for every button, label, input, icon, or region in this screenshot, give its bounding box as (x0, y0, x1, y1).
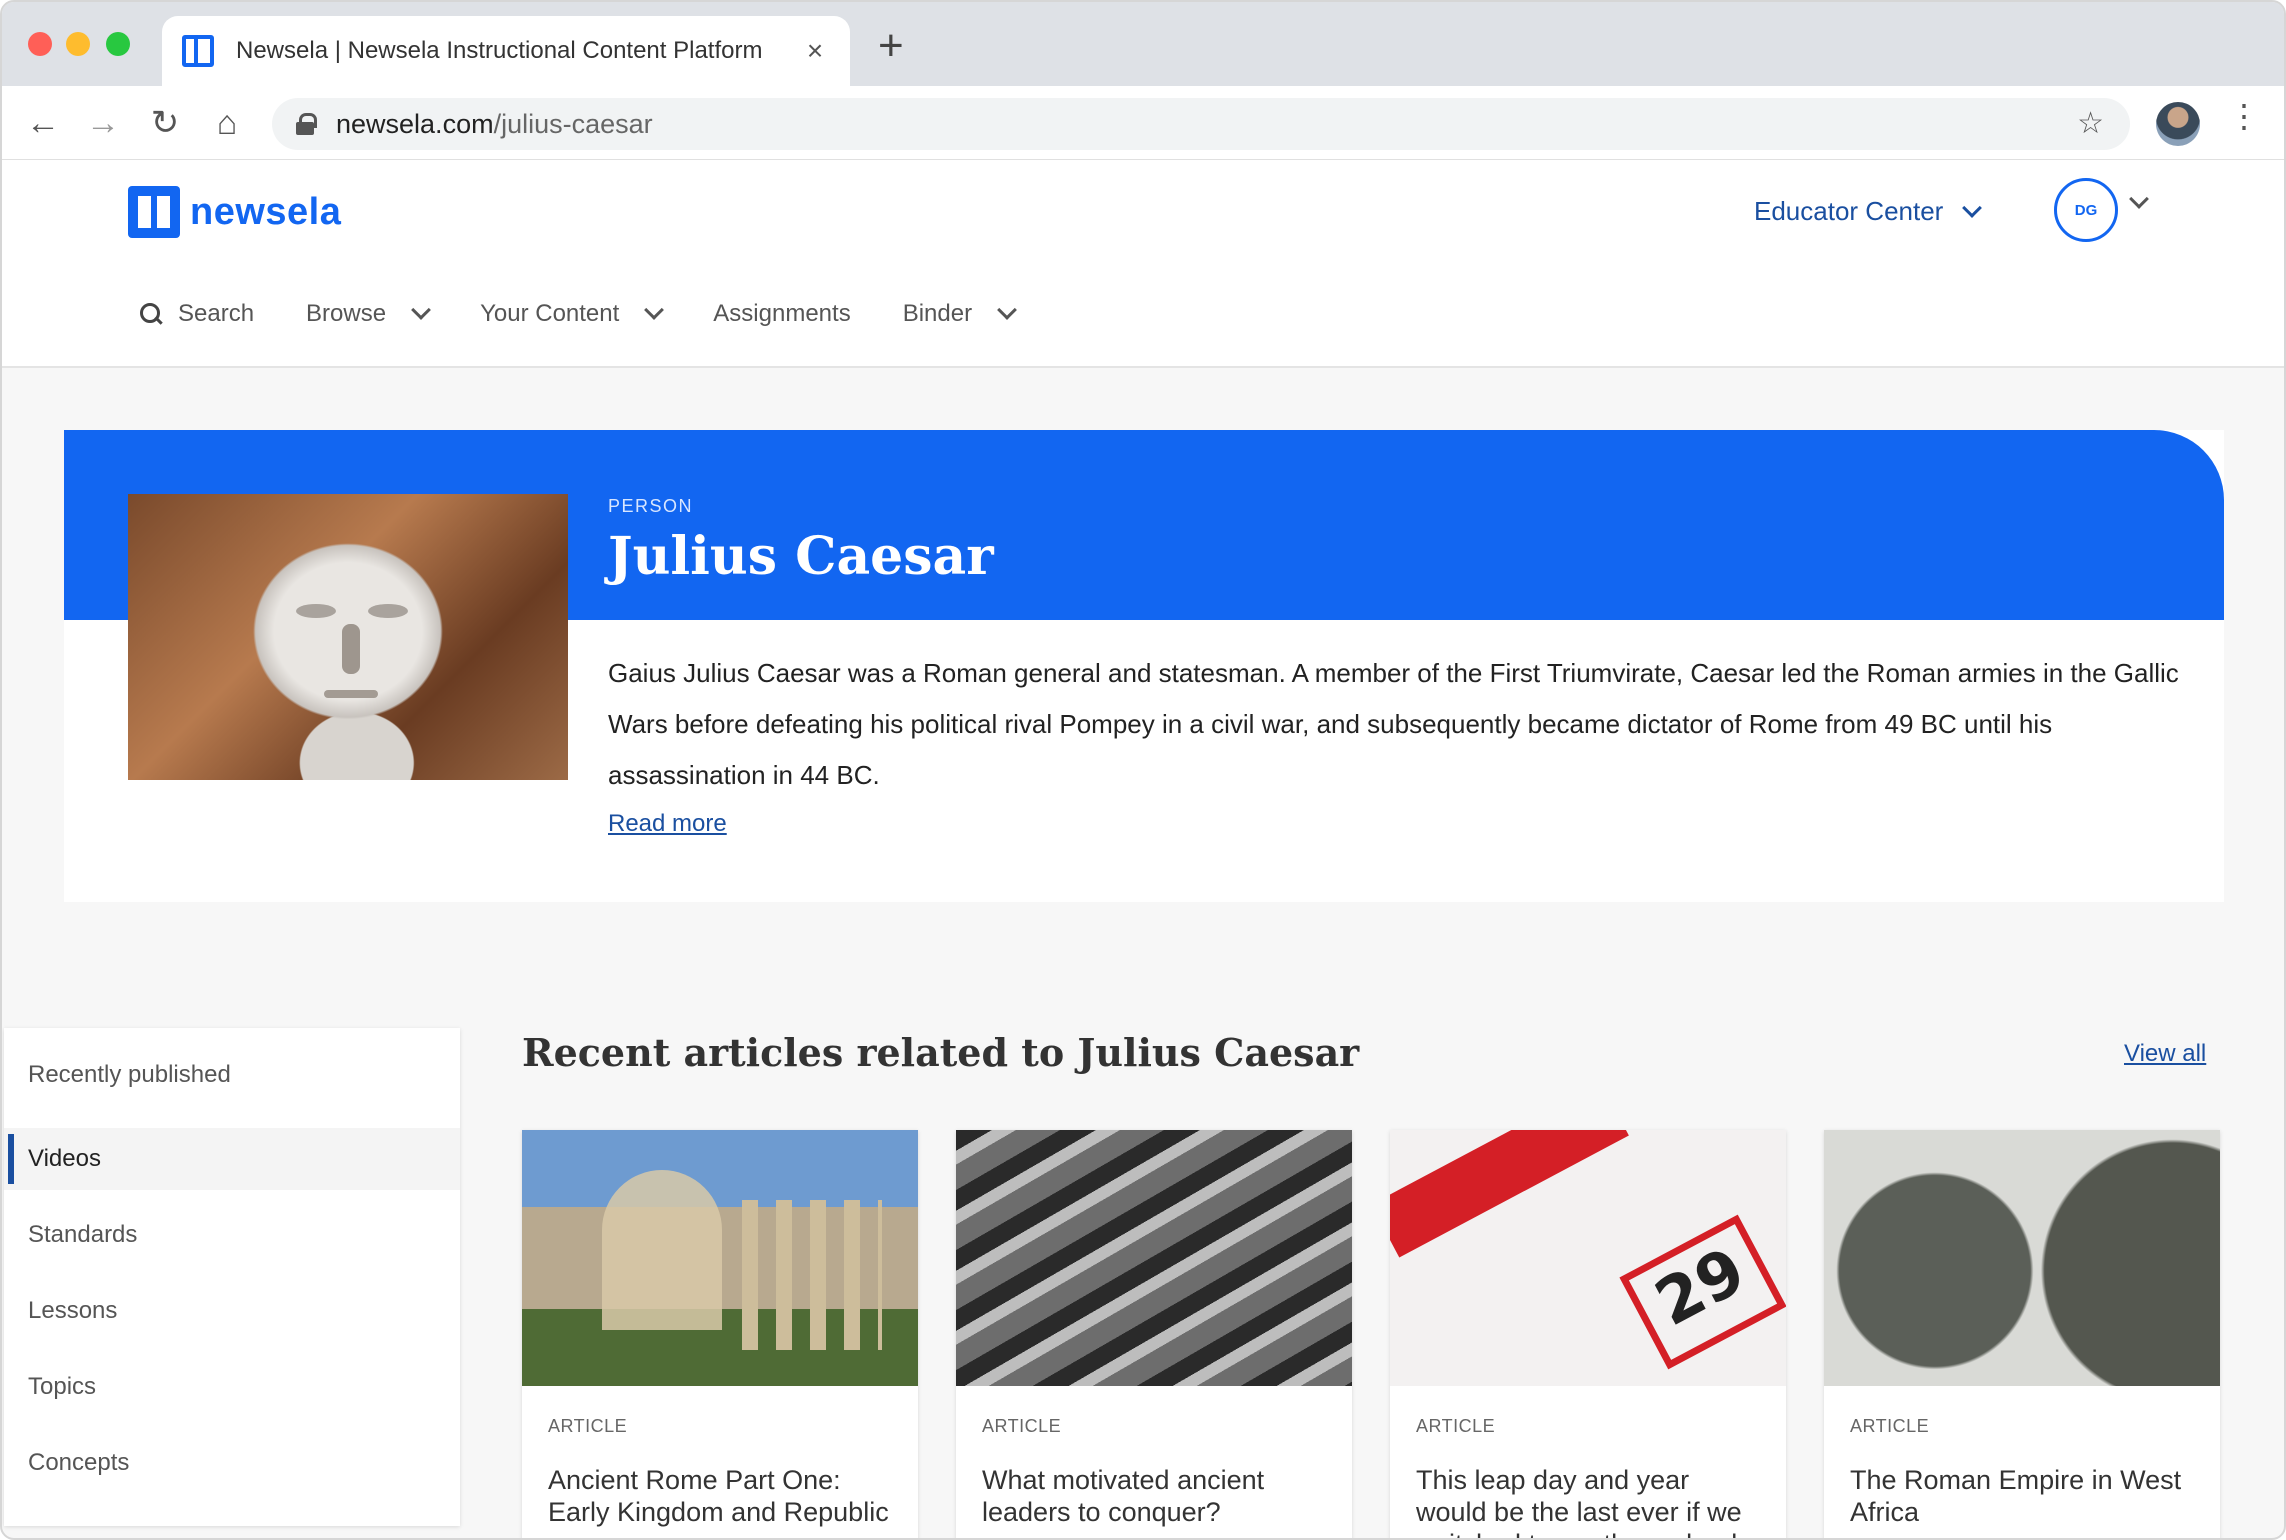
nav-browse[interactable]: Browse (306, 300, 431, 328)
article-card[interactable]: ARTICLE This leap day and year would be … (1390, 1130, 1786, 1538)
chevron-down-icon (411, 300, 431, 320)
lock-icon (296, 113, 317, 135)
article-kind: ARTICLE (982, 1416, 1062, 1436)
caesar-bust-image (128, 494, 568, 780)
nav-assignments[interactable]: Assignments (713, 300, 850, 328)
sidebar-item-standards[interactable]: Standards (4, 1204, 460, 1266)
educator-center-menu[interactable]: Educator Center (1754, 196, 1983, 227)
user-avatar[interactable]: DG (2054, 178, 2118, 242)
address-bar[interactable]: newsela.com/julius-caesar ☆ (272, 98, 2130, 150)
close-tab-icon[interactable]: × (800, 35, 830, 67)
reload-icon[interactable]: ↻ (140, 98, 190, 148)
nav-your-content-label: Your Content (480, 300, 620, 327)
tab-title: Newsela | Newsela Instructional Content … (236, 37, 763, 64)
nav-assignments-label: Assignments (713, 300, 851, 327)
chevron-down-icon[interactable] (2129, 189, 2149, 209)
article-kind: ARTICLE (1850, 1416, 1930, 1436)
bookmark-star-icon[interactable]: ☆ (2077, 106, 2104, 141)
article-image (1824, 1130, 2220, 1386)
sidebar-item-recently-published[interactable]: Recently published (4, 1044, 460, 1106)
back-arrow-icon[interactable]: ← (18, 98, 68, 148)
read-more-link[interactable]: Read more (608, 810, 727, 838)
nav-search-label: Search (178, 300, 255, 327)
person-hero: PERSON Julius Caesar Gaius Julius Caesar… (64, 430, 2224, 902)
tab-bar: Newsela | Newsela Instructional Content … (2, 2, 2284, 86)
new-tab-button[interactable]: + (878, 24, 904, 68)
more-menu-icon[interactable]: ⋮ (2228, 100, 2260, 132)
sidebar-item-lessons[interactable]: Lessons (4, 1280, 460, 1342)
sidebar-item-topics[interactable]: Topics (4, 1356, 460, 1418)
nav-your-content[interactable]: Your Content (480, 300, 665, 328)
browser-window: Newsela | Newsela Instructional Content … (0, 0, 2286, 1540)
article-kind: ARTICLE (548, 1416, 628, 1436)
article-title: Ancient Rome Part One: Early Kingdom and… (548, 1465, 889, 1527)
site-header: newsela Educator Center DG Search Browse… (2, 160, 2284, 368)
url-path: /julius-caesar (493, 108, 653, 139)
main-navigation: Search Browse Your Content Assignments B… (140, 300, 1066, 328)
chevron-down-icon (644, 300, 665, 320)
article-title: What motivated ancient leaders to conque… (982, 1465, 1265, 1527)
nav-binder[interactable]: Binder (902, 300, 1017, 328)
sidebar-item-concepts[interactable]: Concepts (4, 1432, 460, 1494)
chevron-down-icon (1962, 197, 1983, 218)
maximize-window-button[interactable] (106, 32, 130, 56)
browser-profile-avatar[interactable] (2156, 102, 2200, 146)
article-image (522, 1130, 918, 1386)
article-title: This leap day and year would be the last… (1416, 1465, 1761, 1538)
nav-search[interactable]: Search (140, 300, 254, 328)
article-card[interactable]: ARTICLE What motivated ancient leaders t… (956, 1130, 1352, 1538)
newsela-logo-icon (128, 186, 180, 238)
newsela-logo[interactable]: newsela (128, 186, 341, 238)
view-all-link[interactable]: View all (2124, 1040, 2206, 1068)
educator-center-label: Educator Center (1754, 196, 1944, 226)
url-host: newsela.com (336, 108, 494, 139)
page-title: Julius Caesar (608, 526, 994, 587)
nav-browse-label: Browse (306, 300, 387, 327)
minimize-window-button[interactable] (66, 32, 90, 56)
sidebar-item-videos[interactable]: Videos (4, 1128, 460, 1190)
logo-text: newsela (190, 190, 342, 233)
article-image (956, 1130, 1352, 1386)
article-card[interactable]: ARTICLE The Roman Empire in West Africa (1824, 1130, 2220, 1538)
forward-arrow-icon[interactable]: → (78, 98, 128, 148)
active-tab[interactable]: Newsela | Newsela Instructional Content … (162, 16, 850, 86)
browser-toolbar: ← → ↻ ⌂ newsela.com/julius-caesar ☆ ⋮ (2, 86, 2284, 160)
search-icon (140, 303, 162, 325)
article-title: The Roman Empire in West Africa (1850, 1465, 2182, 1527)
article-kind: ARTICLE (1416, 1416, 1496, 1436)
article-card[interactable]: ARTICLE Ancient Rome Part One: Early Kin… (522, 1130, 918, 1538)
chevron-down-icon (997, 300, 1017, 320)
home-icon[interactable]: ⌂ (202, 98, 252, 148)
close-window-button[interactable] (28, 32, 52, 56)
section-sidebar: Recently published Videos Standards Less… (4, 1028, 460, 1526)
hero-kind-label: PERSON (608, 496, 694, 516)
hero-description: Gaius Julius Caesar was a Roman general … (608, 658, 2179, 790)
nav-binder-label: Binder (902, 300, 973, 327)
article-image (1390, 1130, 1786, 1386)
newsela-favicon-icon (182, 35, 214, 67)
section-title: Recent articles related to Julius Caesar (522, 1030, 1360, 1075)
